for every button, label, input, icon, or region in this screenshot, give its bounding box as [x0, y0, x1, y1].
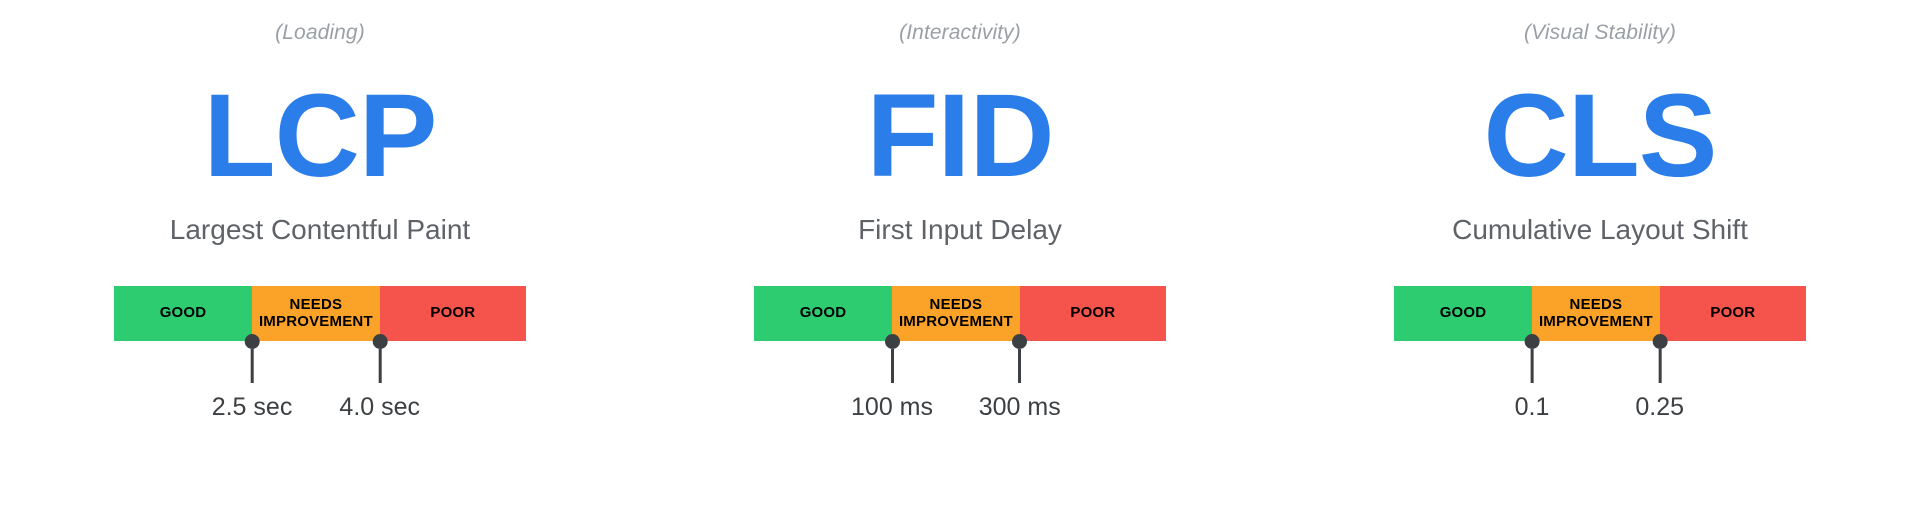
marker-dot-icon [372, 334, 388, 349]
marker-dot-icon [1652, 334, 1668, 349]
threshold-bar-fid: GOOD NEEDS IMPROVEMENT POOR [754, 286, 1166, 341]
threshold-markers-fid: 100 ms 300 ms [754, 334, 1166, 437]
vital-panel-cls: (Visual Stability) CLS Cumulative Layout… [1280, 0, 1920, 420]
segment-needs-improvement-lcp: NEEDS IMPROVEMENT [252, 286, 380, 341]
threshold-marker-lcp-good-limit: 2.5 sec [211, 334, 293, 421]
segment-poor-cls: POOR [1659, 286, 1806, 341]
segment-needs-improvement-cls: NEEDS IMPROVEMENT [1532, 286, 1660, 341]
marker-stem-icon [890, 349, 894, 383]
threshold-bar-lcp: GOOD NEEDS IMPROVEMENT POOR [114, 286, 526, 341]
category-label-lcp: (Loading) [275, 21, 365, 44]
marker-stem-icon [1018, 349, 1022, 383]
threshold-value-cls-poor-limit: 0.25 [1635, 393, 1685, 421]
marker-stem-icon [250, 349, 254, 383]
threshold-marker-cls-good-limit: 0.1 [1514, 334, 1550, 421]
marker-stem-icon [1658, 349, 1662, 383]
segment-good-fid: GOOD [754, 286, 893, 341]
metric-name-fid: First Input Delay [858, 214, 1062, 245]
vital-panel-fid: (Interactivity) FID First Input Delay GO… [640, 0, 1280, 420]
segment-poor-lcp: POOR [379, 286, 526, 341]
threshold-bar-block-fid: GOOD NEEDS IMPROVEMENT POOR 100 ms 300 ms [754, 286, 1166, 420]
marker-stem-icon [378, 349, 382, 383]
marker-dot-icon [1012, 334, 1028, 349]
metric-name-lcp: Largest Contentful Paint [169, 214, 471, 245]
acronym-lcp: LCP [203, 70, 438, 202]
threshold-bar-block-cls: GOOD NEEDS IMPROVEMENT POOR 0.1 0.25 [1394, 286, 1806, 420]
category-label-cls: (Visual Stability) [1524, 21, 1676, 44]
threshold-value-cls-good-limit: 0.1 [1514, 393, 1550, 421]
threshold-bar-block-lcp: GOOD NEEDS IMPROVEMENT POOR 2.5 sec 4.0 s… [114, 286, 526, 420]
threshold-markers-cls: 0.1 0.25 [1394, 334, 1806, 437]
threshold-value-fid-poor-limit: 300 ms [978, 393, 1061, 421]
marker-dot-icon [244, 334, 260, 349]
threshold-marker-lcp-poor-limit: 4.0 sec [339, 334, 421, 421]
metric-name-cls: Cumulative Layout Shift [1452, 214, 1748, 245]
threshold-value-lcp-poor-limit: 4.0 sec [339, 393, 421, 421]
segment-good-cls: GOOD [1394, 286, 1533, 341]
threshold-value-lcp-good-limit: 2.5 sec [211, 393, 293, 421]
segment-needs-improvement-fid: NEEDS IMPROVEMENT [892, 286, 1020, 341]
marker-dot-icon [1524, 334, 1540, 349]
threshold-value-fid-good-limit: 100 ms [851, 393, 934, 421]
acronym-cls: CLS [1483, 70, 1718, 202]
acronym-fid: FID [866, 70, 1054, 202]
core-web-vitals-row: (Loading) LCP Largest Contentful Paint G… [0, 0, 1920, 511]
vital-panel-lcp: (Loading) LCP Largest Contentful Paint G… [0, 0, 640, 420]
marker-dot-icon [884, 334, 900, 349]
marker-stem-icon [1530, 349, 1534, 383]
threshold-marker-fid-good-limit: 100 ms [851, 334, 934, 421]
threshold-marker-cls-poor-limit: 0.25 [1635, 334, 1685, 421]
category-label-fid: (Interactivity) [899, 21, 1021, 44]
segment-good-lcp: GOOD [114, 286, 253, 341]
threshold-marker-fid-poor-limit: 300 ms [978, 334, 1061, 421]
threshold-bar-cls: GOOD NEEDS IMPROVEMENT POOR [1394, 286, 1806, 341]
segment-poor-fid: POOR [1019, 286, 1166, 341]
threshold-markers-lcp: 2.5 sec 4.0 sec [114, 334, 526, 437]
